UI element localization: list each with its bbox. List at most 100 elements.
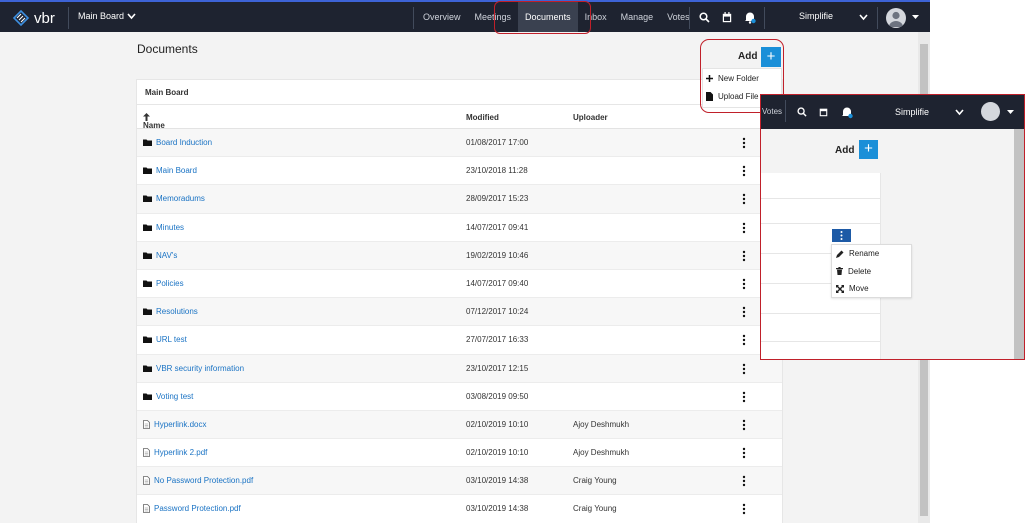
table-row[interactable]: VBR security information 23/10/2017 12:15 [137, 354, 782, 383]
divider [413, 7, 414, 29]
table-row[interactable]: Board Induction 01/08/2017 17:00 [137, 129, 782, 158]
table-row[interactable]: Password Protection.pdf 03/10/2019 14:38 C… [137, 495, 782, 523]
file-link[interactable]: Hyperlink.docx [143, 420, 206, 429]
rename-menu-item[interactable]: Rename [832, 245, 911, 263]
file-link[interactable]: No Password Protection.pdf [143, 476, 253, 485]
documents-highlight [494, 1, 591, 34]
table-row[interactable]: Main Board 23/10/2018 11:28 [137, 157, 782, 186]
modified-date: 14/07/2017 09:41 [466, 222, 529, 232]
folder-link[interactable]: NAV's [143, 251, 177, 260]
board-selector[interactable]: Main Board [78, 11, 136, 21]
table-row[interactable]: Hyperlink.docx 02/10/2019 10:10 Ajoy Deshm… [137, 410, 782, 440]
folder-link[interactable]: Board Induction [143, 138, 212, 147]
folder-link[interactable]: Policies [143, 279, 184, 288]
item-name: Hyperlink 2.pdf [154, 448, 208, 458]
chevron-down-icon[interactable] [955, 109, 964, 116]
inset-add-button[interactable]: + [859, 140, 878, 159]
inset-nav-votes[interactable]: Votes [762, 107, 782, 116]
inset-avatar[interactable] [981, 102, 1000, 121]
kebab-menu-icon[interactable] [740, 136, 748, 150]
file-link[interactable]: Password Protection.pdf [143, 504, 241, 513]
modified-date: 28/09/2017 15:23 [466, 194, 529, 204]
notification-bell-icon[interactable] [841, 106, 853, 119]
plus-icon [706, 74, 713, 82]
folder-link[interactable]: Memoradums [143, 194, 205, 203]
table-row[interactable]: Policies 14/07/2017 09:40 [137, 270, 782, 299]
inset-user-name[interactable]: Simplifie [895, 107, 929, 117]
vbr-logo-icon [12, 9, 30, 27]
divider [764, 7, 765, 29]
kebab-menu-icon[interactable] [740, 502, 748, 516]
nav-overview[interactable]: Overview [416, 2, 468, 32]
delete-menu-item[interactable]: Delete [832, 263, 911, 281]
table-row[interactable]: Hyperlink 2.pdf 02/10/2019 10:10 Ajoy Desh… [137, 439, 782, 468]
folder-link[interactable]: Voting test [143, 392, 193, 401]
table-header: Main Board [137, 80, 782, 105]
kebab-menu-icon[interactable] [740, 390, 748, 404]
inset-scrollbar[interactable] [1014, 129, 1024, 359]
folder-link[interactable]: Main Board [143, 166, 197, 175]
chevron-down-icon[interactable] [859, 14, 868, 21]
name-column-header[interactable]: Name [143, 113, 165, 130]
modified-column-header[interactable]: Modified [466, 113, 499, 122]
zoomed-inset: Votes Simplifie Add + Rename Delete Move [760, 94, 1025, 360]
kebab-menu-icon[interactable] [740, 277, 748, 291]
nav-manage[interactable]: Manage [614, 2, 661, 32]
calendar-icon[interactable] [819, 107, 828, 117]
row-context-menu: Rename Delete Move [831, 244, 912, 298]
document-icon [143, 476, 150, 486]
table-row[interactable]: NAV's 19/02/2019 10:46 [137, 241, 782, 270]
table-row[interactable]: Voting test 03/08/2019 09:50 [137, 383, 782, 411]
kebab-menu-icon[interactable] [740, 249, 748, 263]
calendar-icon[interactable] [722, 12, 732, 23]
table-row[interactable]: No Password Protection.pdf 03/10/2019 14:… [137, 467, 782, 496]
folder-link[interactable]: URL test [143, 335, 187, 344]
modified-date: 19/02/2019 10:46 [466, 250, 529, 260]
folder-icon [143, 308, 152, 316]
document-icon [143, 504, 150, 514]
folder-link[interactable]: VBR security information [143, 364, 244, 373]
uploader-column-header[interactable]: Uploader [573, 113, 608, 122]
notification-bell-icon[interactable] [744, 11, 756, 24]
table-row[interactable]: Memoradums 28/09/2017 15:23 [137, 185, 782, 214]
kebab-menu-icon[interactable] [740, 474, 748, 488]
modified-date: 03/10/2019 14:38 [466, 476, 529, 486]
caret-down-icon[interactable] [912, 15, 919, 20]
modified-date: 03/08/2019 09:50 [466, 391, 529, 401]
table-row[interactable]: Minutes 14/07/2017 09:41 [137, 214, 782, 242]
search-icon[interactable] [797, 107, 807, 117]
folder-icon [143, 336, 152, 344]
row-actions-button-active[interactable] [832, 229, 851, 242]
table-row[interactable]: URL test 27/07/2017 16:33 [137, 326, 782, 355]
kebab-menu-icon[interactable] [740, 221, 748, 235]
folder-link[interactable]: Minutes [143, 223, 184, 232]
kebab-menu-icon[interactable] [740, 418, 748, 432]
kebab-menu-icon[interactable] [740, 333, 748, 347]
page-title: Documents [137, 42, 198, 56]
add-button[interactable]: + [761, 47, 781, 67]
caret-down-icon[interactable] [1007, 110, 1014, 115]
uploader-name: Ajoy Deshmukh [573, 448, 630, 458]
file-link[interactable]: Hyperlink 2.pdf [143, 448, 207, 457]
modified-date: 02/10/2019 10:10 [466, 448, 529, 458]
folder-icon [143, 393, 152, 400]
user-name[interactable]: Simplifie [799, 11, 833, 21]
kebab-menu-icon[interactable] [740, 362, 748, 376]
new-folder-menu-item[interactable]: New Folder [703, 69, 781, 87]
item-name: NAV's [156, 250, 178, 260]
kebab-menu-icon[interactable] [740, 192, 748, 206]
kebab-menu-icon[interactable] [740, 164, 748, 178]
avatar[interactable] [886, 8, 906, 28]
search-icon[interactable] [699, 12, 710, 23]
table-row[interactable]: Resolutions 07/12/2017 10:24 [137, 298, 782, 327]
nav-votes[interactable]: Votes [660, 2, 697, 32]
folder-link[interactable]: Resolutions [143, 307, 198, 316]
brand[interactable]: vbr [12, 8, 55, 28]
inset-navbar: Votes Simplifie [761, 95, 1024, 129]
item-name: Password Protection.pdf [154, 504, 241, 514]
kebab-menu-icon[interactable] [740, 446, 748, 460]
kebab-menu-icon[interactable] [740, 305, 748, 319]
item-name: Policies [156, 278, 184, 288]
move-menu-item[interactable]: Move [832, 280, 911, 298]
move-arrows-icon [836, 284, 844, 293]
